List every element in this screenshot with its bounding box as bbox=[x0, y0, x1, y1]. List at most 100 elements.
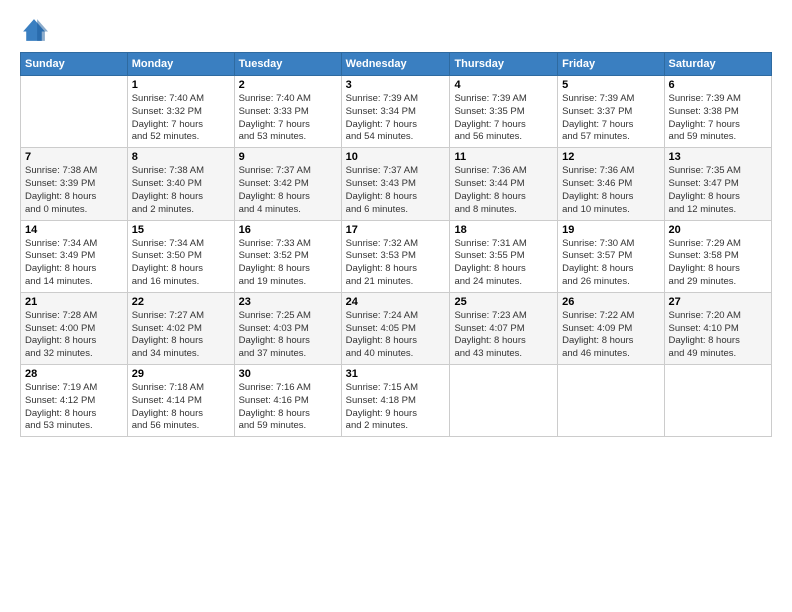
day-info: Sunrise: 7:16 AMSunset: 4:16 PMDaylight:… bbox=[239, 382, 337, 433]
day-number: 4 bbox=[454, 79, 553, 91]
day-cell: 29 Sunrise: 7:18 AMSunset: 4:14 PMDayligh… bbox=[127, 365, 234, 437]
day-cell: 20Sunrise: 7:29 AMSunset: 3:58 PMDayligh… bbox=[664, 220, 771, 292]
day-number: 28 bbox=[25, 368, 123, 380]
day-header-saturday: Saturday bbox=[664, 53, 771, 76]
day-info: Sunrise: 7:40 AMSunset: 3:33 PMDaylight:… bbox=[239, 93, 337, 144]
week-row-4: 21 Sunrise: 7:28 AMSunset: 4:00 PMDayligh… bbox=[21, 292, 772, 364]
week-row-5: 28 Sunrise: 7:19 AMSunset: 4:12 PMDayligh… bbox=[21, 365, 772, 437]
day-cell: 13 Sunrise: 7:35 AMSunset: 3:47 PMDayligh… bbox=[664, 148, 771, 220]
day-info: Sunrise: 7:28 AMSunset: 4:00 PMDaylight:… bbox=[25, 310, 123, 361]
day-info: Sunrise: 7:37 AMSunset: 3:42 PMDaylight:… bbox=[239, 165, 337, 216]
day-number: 16 bbox=[239, 224, 337, 236]
logo bbox=[20, 16, 52, 44]
day-info: Sunrise: 7:39 AMSunset: 3:37 PMDaylight:… bbox=[562, 93, 659, 144]
day-cell: 31 Sunrise: 7:15 AMSunset: 4:18 PMDayligh… bbox=[341, 365, 450, 437]
day-info: Sunrise: 7:23 AMSunset: 4:07 PMDaylight:… bbox=[454, 310, 553, 361]
day-header-wednesday: Wednesday bbox=[341, 53, 450, 76]
day-info: Sunrise: 7:34 AMSunset: 3:49 PMDaylight:… bbox=[25, 238, 123, 289]
day-info: Sunrise: 7:38 AMSunset: 3:39 PMDaylight:… bbox=[25, 165, 123, 216]
day-cell: 11Sunrise: 7:36 AMSunset: 3:44 PMDayligh… bbox=[450, 148, 558, 220]
day-info: Sunrise: 7:35 AMSunset: 3:47 PMDaylight:… bbox=[669, 165, 767, 216]
day-header-tuesday: Tuesday bbox=[234, 53, 341, 76]
day-cell: 5 Sunrise: 7:39 AMSunset: 3:37 PMDaylight… bbox=[558, 76, 664, 148]
day-cell: 7 Sunrise: 7:38 AMSunset: 3:39 PMDaylight… bbox=[21, 148, 128, 220]
day-number: 10 bbox=[346, 151, 446, 163]
day-number: 15 bbox=[132, 224, 230, 236]
day-cell bbox=[450, 365, 558, 437]
day-number: 8 bbox=[132, 151, 230, 163]
day-info: Sunrise: 7:18 AMSunset: 4:14 PMDaylight:… bbox=[132, 382, 230, 433]
week-row-2: 7 Sunrise: 7:38 AMSunset: 3:39 PMDaylight… bbox=[21, 148, 772, 220]
day-cell: 24 Sunrise: 7:24 AMSunset: 4:05 PMDayligh… bbox=[341, 292, 450, 364]
week-row-3: 14 Sunrise: 7:34 AMSunset: 3:49 PMDayligh… bbox=[21, 220, 772, 292]
day-number: 18 bbox=[454, 224, 553, 236]
day-cell: 23Sunrise: 7:25 AMSunset: 4:03 PMDayligh… bbox=[234, 292, 341, 364]
day-number: 21 bbox=[25, 296, 123, 308]
day-info: Sunrise: 7:34 AMSunset: 3:50 PMDaylight:… bbox=[132, 238, 230, 289]
calendar-body: 1Sunrise: 7:40 AMSunset: 3:32 PMDaylight… bbox=[21, 76, 772, 437]
day-header-monday: Monday bbox=[127, 53, 234, 76]
day-cell: 12Sunrise: 7:36 AMSunset: 3:46 PMDayligh… bbox=[558, 148, 664, 220]
header bbox=[20, 16, 772, 44]
day-cell: 17Sunrise: 7:32 AMSunset: 3:53 PMDayligh… bbox=[341, 220, 450, 292]
day-cell: 19Sunrise: 7:30 AMSunset: 3:57 PMDayligh… bbox=[558, 220, 664, 292]
day-cell: 14 Sunrise: 7:34 AMSunset: 3:49 PMDayligh… bbox=[21, 220, 128, 292]
day-info: Sunrise: 7:27 AMSunset: 4:02 PMDaylight:… bbox=[132, 310, 230, 361]
day-cell: 6Sunrise: 7:39 AMSunset: 3:38 PMDaylight… bbox=[664, 76, 771, 148]
day-cell bbox=[558, 365, 664, 437]
day-info: Sunrise: 7:33 AMSunset: 3:52 PMDaylight:… bbox=[239, 238, 337, 289]
day-cell: 4Sunrise: 7:39 AMSunset: 3:35 PMDaylight… bbox=[450, 76, 558, 148]
day-number: 25 bbox=[454, 296, 553, 308]
day-info: Sunrise: 7:31 AMSunset: 3:55 PMDaylight:… bbox=[454, 238, 553, 289]
day-number: 2 bbox=[239, 79, 337, 91]
day-number: 22 bbox=[132, 296, 230, 308]
day-number: 27 bbox=[669, 296, 767, 308]
day-info: Sunrise: 7:20 AMSunset: 4:10 PMDaylight:… bbox=[669, 310, 767, 361]
day-info: Sunrise: 7:30 AMSunset: 3:57 PMDaylight:… bbox=[562, 238, 659, 289]
day-cell: 18 Sunrise: 7:31 AMSunset: 3:55 PMDayligh… bbox=[450, 220, 558, 292]
day-info: Sunrise: 7:37 AMSunset: 3:43 PMDaylight:… bbox=[346, 165, 446, 216]
day-cell: 2 Sunrise: 7:40 AMSunset: 3:33 PMDaylight… bbox=[234, 76, 341, 148]
day-number: 30 bbox=[239, 368, 337, 380]
week-row-1: 1Sunrise: 7:40 AMSunset: 3:32 PMDaylight… bbox=[21, 76, 772, 148]
day-info: Sunrise: 7:15 AMSunset: 4:18 PMDaylight:… bbox=[346, 382, 446, 433]
day-info: Sunrise: 7:36 AMSunset: 3:46 PMDaylight:… bbox=[562, 165, 659, 216]
day-info: Sunrise: 7:32 AMSunset: 3:53 PMDaylight:… bbox=[346, 238, 446, 289]
day-cell bbox=[21, 76, 128, 148]
day-info: Sunrise: 7:19 AMSunset: 4:12 PMDaylight:… bbox=[25, 382, 123, 433]
day-number: 3 bbox=[346, 79, 446, 91]
day-cell: 3 Sunrise: 7:39 AMSunset: 3:34 PMDaylight… bbox=[341, 76, 450, 148]
day-number: 9 bbox=[239, 151, 337, 163]
day-info: Sunrise: 7:39 AMSunset: 3:38 PMDaylight:… bbox=[669, 93, 767, 144]
day-cell: 27 Sunrise: 7:20 AMSunset: 4:10 PMDayligh… bbox=[664, 292, 771, 364]
day-info: Sunrise: 7:24 AMSunset: 4:05 PMDaylight:… bbox=[346, 310, 446, 361]
calendar-table: SundayMondayTuesdayWednesdayThursdayFrid… bbox=[20, 52, 772, 437]
day-cell: 21 Sunrise: 7:28 AMSunset: 4:00 PMDayligh… bbox=[21, 292, 128, 364]
day-header-friday: Friday bbox=[558, 53, 664, 76]
day-number: 13 bbox=[669, 151, 767, 163]
day-info: Sunrise: 7:29 AMSunset: 3:58 PMDaylight:… bbox=[669, 238, 767, 289]
day-number: 1 bbox=[132, 79, 230, 91]
day-number: 29 bbox=[132, 368, 230, 380]
day-number: 14 bbox=[25, 224, 123, 236]
day-info: Sunrise: 7:22 AMSunset: 4:09 PMDaylight:… bbox=[562, 310, 659, 361]
day-number: 23 bbox=[239, 296, 337, 308]
day-cell bbox=[664, 365, 771, 437]
day-cell: 28 Sunrise: 7:19 AMSunset: 4:12 PMDayligh… bbox=[21, 365, 128, 437]
day-number: 31 bbox=[346, 368, 446, 380]
day-number: 7 bbox=[25, 151, 123, 163]
day-number: 26 bbox=[562, 296, 659, 308]
days-header-row: SundayMondayTuesdayWednesdayThursdayFrid… bbox=[21, 53, 772, 76]
day-cell: 25 Sunrise: 7:23 AMSunset: 4:07 PMDayligh… bbox=[450, 292, 558, 364]
day-header-sunday: Sunday bbox=[21, 53, 128, 76]
logo-icon bbox=[20, 16, 48, 44]
day-cell: 10 Sunrise: 7:37 AMSunset: 3:43 PMDayligh… bbox=[341, 148, 450, 220]
day-cell: 15 Sunrise: 7:34 AMSunset: 3:50 PMDayligh… bbox=[127, 220, 234, 292]
day-info: Sunrise: 7:39 AMSunset: 3:34 PMDaylight:… bbox=[346, 93, 446, 144]
day-number: 5 bbox=[562, 79, 659, 91]
page: SundayMondayTuesdayWednesdayThursdayFrid… bbox=[0, 0, 792, 612]
day-info: Sunrise: 7:38 AMSunset: 3:40 PMDaylight:… bbox=[132, 165, 230, 216]
day-number: 24 bbox=[346, 296, 446, 308]
day-cell: 1Sunrise: 7:40 AMSunset: 3:32 PMDaylight… bbox=[127, 76, 234, 148]
day-cell: 22 Sunrise: 7:27 AMSunset: 4:02 PMDayligh… bbox=[127, 292, 234, 364]
